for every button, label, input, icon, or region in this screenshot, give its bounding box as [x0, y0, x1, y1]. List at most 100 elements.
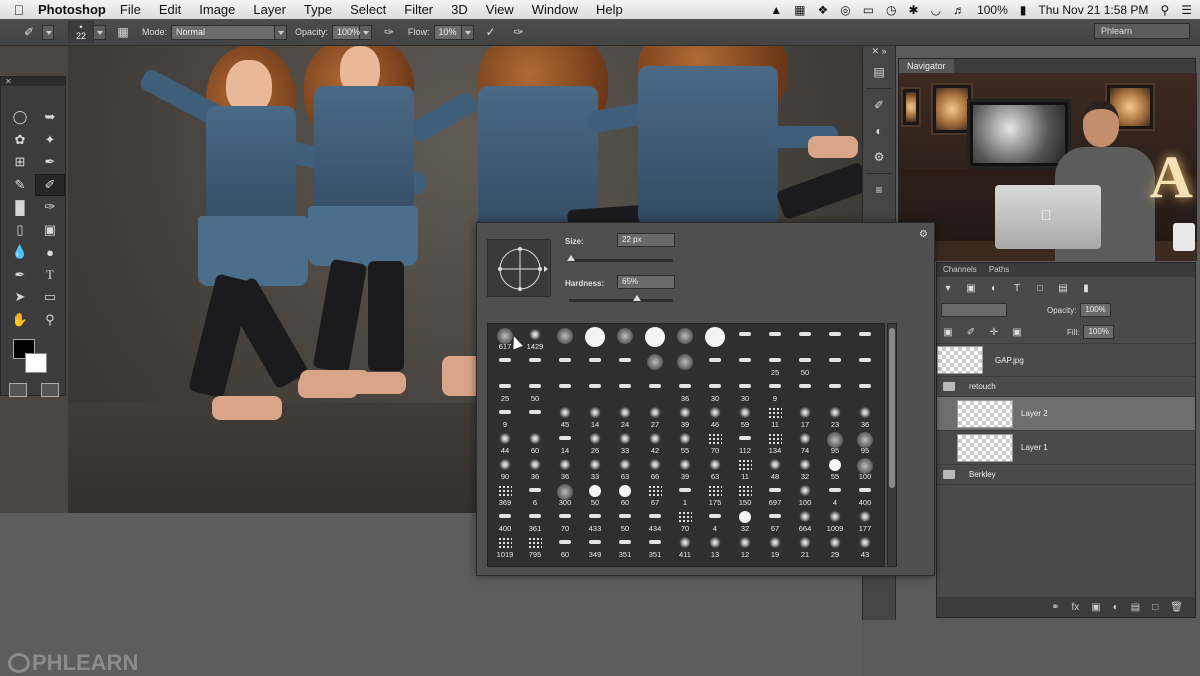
menu-layer[interactable]: Layer	[253, 2, 286, 17]
brush-preset-tile[interactable]: 48	[760, 456, 790, 482]
brush-preset-tile[interactable]: 175	[700, 482, 730, 508]
brush-preset-tile[interactable]: 150	[730, 482, 760, 508]
brush-preset-tile[interactable]: 1009	[820, 508, 850, 534]
brush-preset-tile[interactable]: 11	[730, 456, 760, 482]
brush-preset-tile[interactable]: 26	[580, 430, 610, 456]
healing-brush-tool-icon[interactable]: ✎	[5, 174, 35, 197]
presets-scrollbar-thumb[interactable]	[889, 328, 895, 488]
brush-preset-tile[interactable]: 1019	[490, 534, 520, 560]
brush-preset-tile[interactable]: 4	[820, 482, 850, 508]
lock-pixels-icon[interactable]: ✐	[964, 326, 978, 338]
brush-preset-tile[interactable]: 43	[850, 534, 880, 560]
battery-icon[interactable]: ▮	[1020, 3, 1027, 17]
brush-preset-tile[interactable]: 66	[640, 456, 670, 482]
picker-settings-gear-icon[interactable]: ⚙	[919, 229, 928, 240]
wifi-icon[interactable]: ◡	[931, 3, 941, 17]
brush-preset-tile[interactable]: 70	[670, 508, 700, 534]
menu-edit[interactable]: Edit	[159, 2, 181, 17]
brush-preset-tile[interactable]: 70	[700, 430, 730, 456]
adjustment-filter-icon[interactable]: ◐	[987, 282, 1001, 294]
brush-preset-dropdown[interactable]	[94, 24, 106, 40]
eyedropper-tool-icon[interactable]: ✒	[35, 151, 65, 174]
brush-panel-icon[interactable]: ✐	[867, 95, 891, 115]
layer-opacity-input[interactable]: 100%	[1080, 303, 1111, 317]
brush-preset-tile[interactable]: 100	[790, 482, 820, 508]
move-tool-icon[interactable]: ➥	[35, 106, 65, 129]
layer-style-fx-icon[interactable]: fx	[1072, 602, 1080, 613]
brush-preset-tile[interactable]	[790, 378, 820, 404]
drive-icon[interactable]: ▲	[770, 3, 782, 17]
tools-panel-header[interactable]: ✕	[1, 77, 65, 86]
brush-preset-tile[interactable]: 17	[790, 404, 820, 430]
brush-preset-tile[interactable]: 63	[610, 456, 640, 482]
brush-preset-tile[interactable]	[820, 378, 850, 404]
airplay-icon[interactable]: ▭	[863, 3, 874, 17]
brush-preset-tile[interactable]: 25	[490, 378, 520, 404]
brush-preset-tile[interactable]: 44	[490, 430, 520, 456]
airbrush-icon[interactable]: ✓	[480, 22, 502, 42]
zoom-tool-icon[interactable]: ⚲	[35, 309, 65, 332]
battery-percent[interactable]: 100%	[977, 3, 1008, 17]
brush-preset-tile[interactable]: 33	[610, 430, 640, 456]
brush-preset-tile[interactable]: 95	[850, 430, 880, 456]
apple-menu-icon[interactable]: 	[0, 2, 38, 18]
opacity-dropdown-arrow[interactable]	[360, 24, 373, 40]
brush-preset-tile[interactable]: 50	[580, 482, 610, 508]
hand-tool-icon[interactable]: ✋	[5, 309, 35, 332]
dock-close-icon[interactable]: ✕ »	[867, 46, 891, 56]
brush-preset-tile[interactable]: 400	[490, 508, 520, 534]
brush-preset-tile[interactable]: 351	[610, 534, 640, 560]
new-adjustment-layer-icon[interactable]: ◐	[1113, 602, 1119, 613]
brush-preset-tile[interactable]: 300	[550, 482, 580, 508]
gradient-tool-icon[interactable]: ▣	[35, 219, 65, 242]
brush-preset-tile[interactable]: 369	[490, 482, 520, 508]
evernote-icon[interactable]: ▦	[794, 3, 805, 17]
brush-preset-tile[interactable]	[490, 352, 520, 378]
screen-mode-icon[interactable]	[41, 383, 59, 397]
flow-dropdown-arrow[interactable]	[461, 24, 474, 40]
brush-panel-toggle-icon[interactable]: ▦	[112, 22, 134, 42]
size-slider[interactable]	[569, 259, 673, 262]
size-slider-knob[interactable]	[567, 255, 576, 261]
brush-preset-tile[interactable]: 134	[760, 430, 790, 456]
mode-dropdown-arrow[interactable]	[275, 24, 288, 40]
lasso-tool-icon[interactable]: ✿	[5, 129, 35, 152]
fill-input[interactable]: 100%	[1083, 325, 1114, 339]
brush-preset-tile[interactable]: 4	[700, 508, 730, 534]
type-tool-icon[interactable]: T	[35, 264, 65, 287]
brush-preset-tile[interactable]: 30	[700, 378, 730, 404]
bluetooth-icon[interactable]: ✱	[909, 3, 919, 17]
new-layer-icon[interactable]: □	[1152, 602, 1158, 613]
brush-preset-tile[interactable]: 50	[610, 508, 640, 534]
blur-tool-icon[interactable]: 💧	[5, 241, 35, 264]
brush-preset-tile[interactable]: 32	[790, 456, 820, 482]
presets-scrollbar[interactable]	[887, 323, 897, 567]
brush-preset-tile[interactable]: 21	[790, 534, 820, 560]
brush-preset-tile[interactable]: 177	[850, 508, 880, 534]
group-row-retouch[interactable]: retouch	[937, 377, 1195, 397]
brush-preset-tile[interactable]	[730, 326, 760, 352]
quick-mask-icon[interactable]	[9, 383, 27, 397]
brush-preset-tile[interactable]: 12	[730, 534, 760, 560]
brush-preset-tile[interactable]	[700, 326, 730, 352]
brush-preset-tile[interactable]: 33	[580, 456, 610, 482]
brush-preset-tile[interactable]: 664	[790, 508, 820, 534]
brush-preset-tile[interactable]: 55	[670, 430, 700, 456]
sync-icon[interactable]: ◎	[840, 3, 850, 17]
brush-preset-tile[interactable]: 67	[760, 508, 790, 534]
brush-preset-tile[interactable]: 29	[820, 534, 850, 560]
filter-kind-dropdown-icon[interactable]: ▾	[941, 282, 955, 294]
brush-preset-tile[interactable]: 45	[550, 404, 580, 430]
marquee-tool-icon[interactable]: ◯	[5, 106, 35, 129]
brush-preset-tile[interactable]	[550, 352, 580, 378]
brush-preset-tile[interactable]	[610, 352, 640, 378]
tab-navigator[interactable]: Navigator	[899, 59, 954, 73]
layer-row-gap-jpg[interactable]: GAP.jpg	[937, 343, 1195, 377]
brush-preset-tile[interactable]: 36	[850, 404, 880, 430]
clone-stamp-tool-icon[interactable]: █	[5, 196, 35, 219]
pressure-opacity-icon[interactable]: ✑	[378, 22, 400, 42]
menu-select[interactable]: Select	[350, 2, 386, 17]
brush-preset-tile[interactable]	[760, 326, 790, 352]
brush-preset-tile[interactable]: 112	[730, 430, 760, 456]
menu-image[interactable]: Image	[199, 2, 235, 17]
